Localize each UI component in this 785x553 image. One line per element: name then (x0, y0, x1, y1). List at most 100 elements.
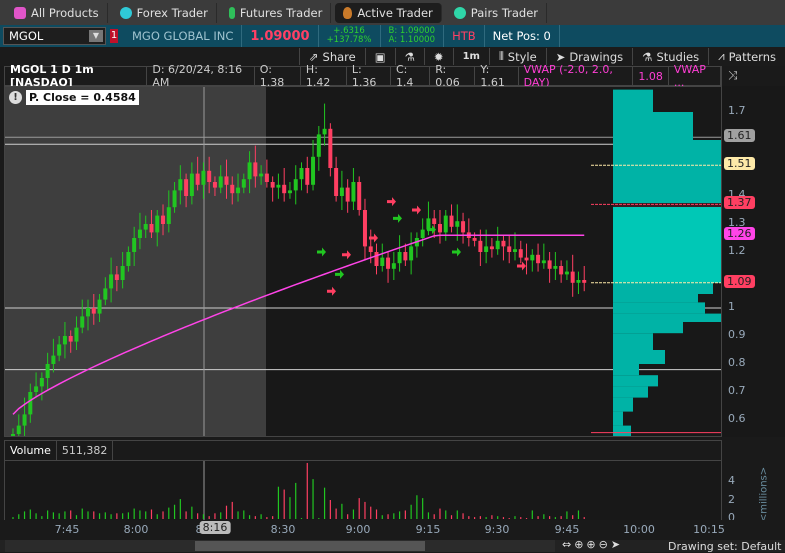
app-tab-bar: All Products Forex Trader Futures Trader… (0, 0, 785, 25)
tab-futures-trader[interactable]: Futures Trader (221, 2, 332, 23)
tab-pairs-trader[interactable]: Pairs Trader (446, 2, 548, 23)
active-trader-icon (343, 6, 353, 19)
candle-body (403, 252, 408, 261)
candle-body (576, 280, 581, 283)
tab-all-products[interactable]: All Products (6, 2, 108, 23)
futures-icon (228, 6, 235, 19)
time-tick: 9:00 (345, 523, 371, 536)
share-icon: ⇗ (308, 49, 319, 64)
volume-profile-bar (613, 89, 653, 112)
change-block: +.6316 +137.78% (319, 25, 381, 47)
price-axis[interactable]: 1.7 1.4 1.3 1.2 1 0.9 0.8 0.7 0.6 1.61 1.51 1.37 1.2… (722, 86, 785, 437)
candle-body (507, 246, 512, 252)
candle-body (536, 254, 541, 264)
candle-body (484, 246, 489, 252)
bid-ask-block: B: 1.09000 A: 1.10000 (381, 25, 445, 47)
zoom-controls[interactable]: ⇔⊕⊕⊖➤ (562, 538, 623, 551)
vwap-value: 1.08 (633, 67, 669, 85)
price-chart[interactable]: ! P. Close = 0.4584 (4, 86, 722, 437)
candle-body (103, 288, 108, 300)
candle-body (472, 238, 477, 241)
candle-body (334, 168, 339, 196)
candle-body (432, 218, 437, 224)
candle-body (97, 299, 102, 314)
volume-profile-bar (613, 204, 721, 283)
candle-body (478, 240, 483, 252)
beaker-icon: ⚗ (404, 49, 415, 64)
time-tick: 9:45 (554, 523, 580, 536)
volume-pane[interactable] (4, 461, 722, 520)
volume-profile-bar (613, 112, 693, 140)
price-tick: 0.8 (728, 356, 746, 369)
candle-body (495, 240, 500, 250)
candle-body (224, 176, 229, 185)
tab-forex-trader[interactable]: Forex Trader (112, 2, 217, 23)
candle-body (541, 260, 546, 264)
volume-axis: 4 2 0 <millions> (722, 461, 785, 524)
chart-title: MGOL 1 D 1m [NASDAQ] (5, 63, 148, 89)
volume-header: Volume 511,382 (4, 440, 722, 461)
symbol-input[interactable]: MGOL ▼ (3, 27, 106, 45)
volume-tick: 2 (728, 493, 735, 506)
candle-body (241, 179, 246, 188)
candle-icon: ⫴ (498, 49, 504, 63)
volume-svg (12, 461, 585, 520)
candle-body (253, 162, 258, 177)
vwap-study-label[interactable]: VWAP (-2.0, 2.0, DAY) (519, 63, 634, 89)
candle-body (564, 271, 569, 275)
volume-profile-bar (613, 302, 705, 314)
collapse-icon[interactable]: ⤨ (728, 68, 738, 83)
candle-body (420, 229, 425, 238)
price-tag: 1.61 (724, 129, 755, 143)
candle-body (368, 246, 373, 252)
time-axis[interactable]: 7:45 8:00 8 8:30 9:00 9:15 9:30 9:45 10:… (0, 520, 785, 540)
candle-body (455, 221, 460, 227)
tab-active-trader[interactable]: Active Trader (335, 2, 442, 23)
candle-body (570, 271, 575, 283)
candle-body (11, 434, 15, 436)
candle-body (218, 176, 223, 188)
alert-badge[interactable]: 1 (110, 29, 118, 43)
last-price: 1.09000 (242, 25, 319, 47)
company-name: MGO GLOBAL INC (124, 25, 243, 47)
candle-body (397, 252, 402, 264)
cursor-date: D: 6/20/24, 8:16 AM (147, 63, 255, 89)
candle-body (51, 355, 56, 364)
pairs-icon (453, 6, 466, 19)
candle-body (553, 266, 558, 269)
signal-arrow (327, 286, 336, 296)
chevron-down-icon[interactable]: ▼ (89, 30, 103, 42)
candle-body (149, 224, 154, 233)
candle-body (380, 257, 385, 266)
candle-body (501, 240, 506, 247)
candle-body (68, 336, 73, 342)
patterns-button[interactable]: ⩘ Patterns (708, 48, 785, 65)
drawing-set-label[interactable]: Drawing set: Default (668, 540, 781, 553)
candle-body (374, 252, 379, 266)
horizontal-scrollbar[interactable] (5, 540, 555, 552)
signal-arrow (452, 247, 461, 257)
vwap-study-label-2[interactable]: VWAP ... (669, 63, 721, 89)
candle-body (155, 215, 160, 233)
time-tick: 8:30 (270, 523, 296, 536)
price-tag: 1.37 (724, 196, 755, 210)
price-tick: 0.6 (728, 412, 746, 425)
candle-body (512, 249, 517, 252)
htb-badge: HTB (444, 25, 485, 47)
time-tick: 9:15 (415, 523, 441, 536)
candle-body (91, 308, 96, 314)
volume-profile-bar (613, 364, 639, 376)
candle-body (80, 316, 85, 328)
candle-body (357, 182, 362, 210)
candle-body (426, 218, 431, 230)
volume-profile-bar (613, 294, 698, 303)
price-tick: 0.9 (728, 328, 746, 341)
signal-arrow (387, 197, 396, 207)
candle-body (143, 224, 148, 230)
low-value: L: 1.36 (347, 63, 391, 89)
scrollbar-thumb[interactable] (195, 541, 425, 551)
candle-body (461, 221, 466, 233)
patterns-icon: ⩘ (718, 49, 725, 63)
volume-profile-bar (613, 386, 648, 398)
volume-profile-bar (613, 425, 631, 436)
